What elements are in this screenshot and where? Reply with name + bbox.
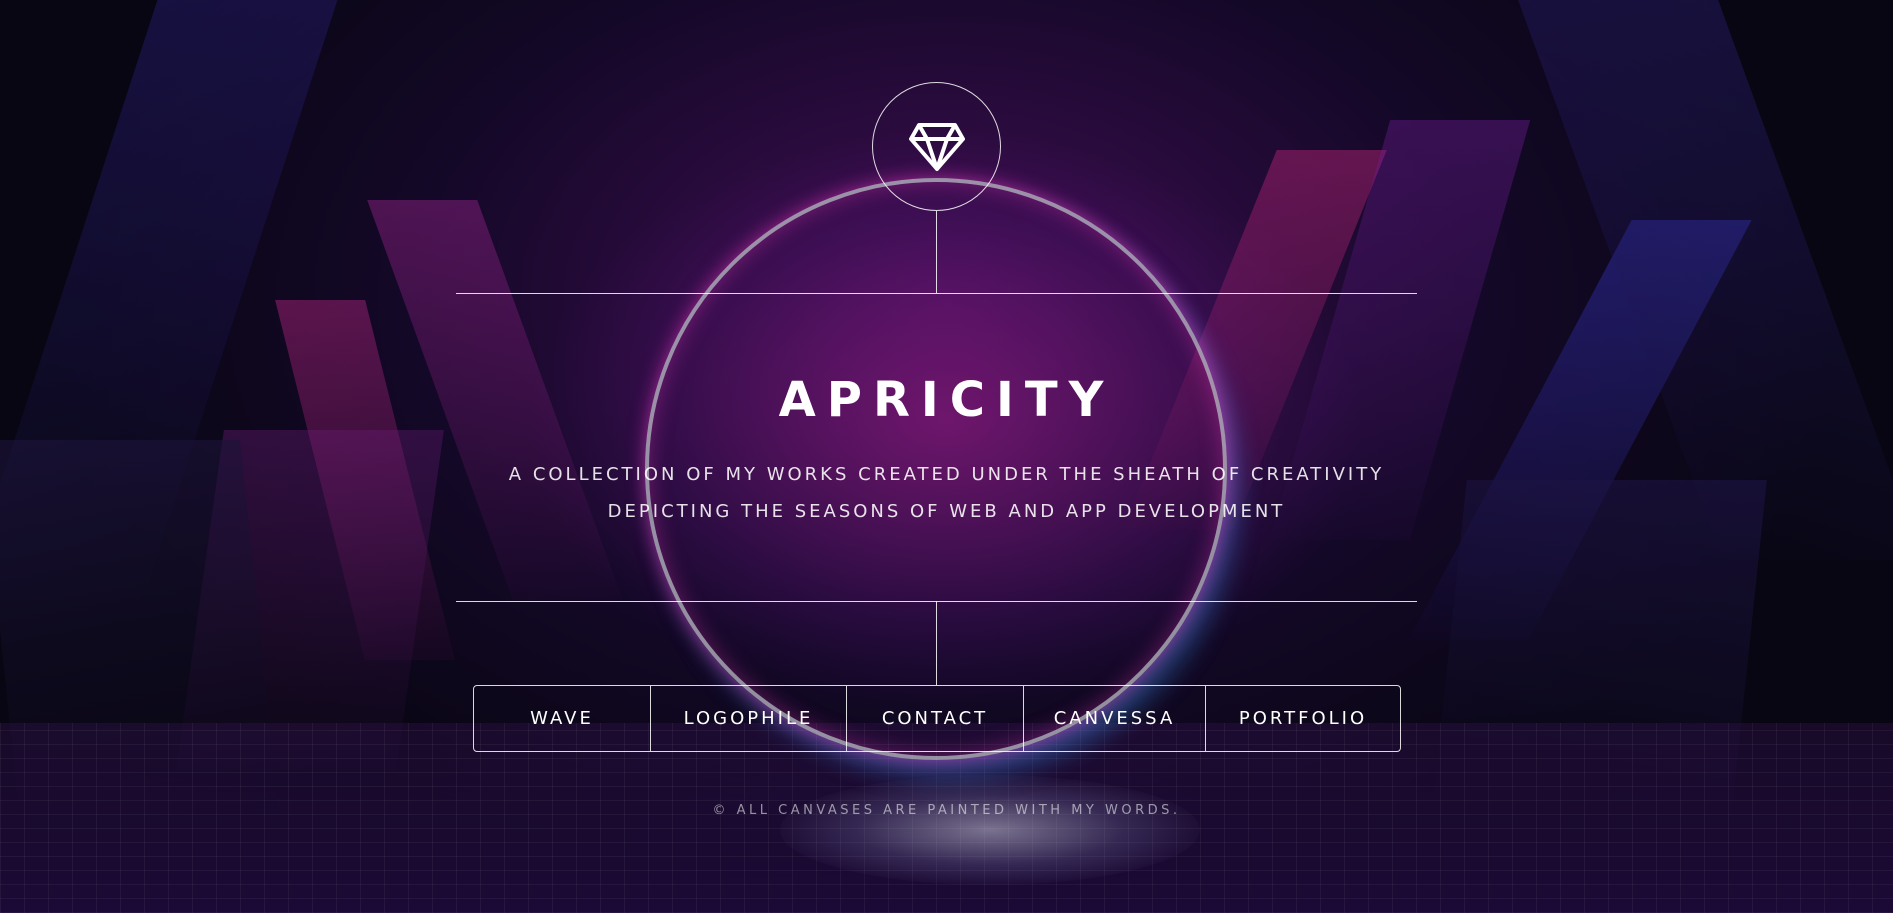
page-title: APRICITY [778, 372, 1115, 428]
nav-item-wave[interactable]: WAVE [474, 686, 651, 751]
nav-item-logophile[interactable]: LOGOPHILE [651, 686, 847, 751]
nav-item-portfolio[interactable]: PORTFOLIO [1206, 686, 1400, 751]
nav-item-canvessa[interactable]: CANVESSA [1024, 686, 1206, 751]
subtitle-line-1: A COLLECTION OF MY WORKS CREATED UNDER T… [508, 464, 1385, 485]
nav-item-contact[interactable]: CONTACT [847, 686, 1024, 751]
subtitle-line-2: DEPICTING THE SEASONS OF WEB AND APP DEV… [607, 501, 1286, 522]
diamond-icon [908, 122, 965, 171]
divider-top [456, 293, 1417, 294]
connector-line-top [936, 211, 937, 293]
floor-reflection [780, 775, 1200, 885]
connector-line-bottom [936, 601, 937, 685]
footer-copyright: © ALL CANVASES ARE PAINTED WITH MY WORDS… [712, 803, 1181, 818]
logo-badge[interactable] [872, 82, 1001, 211]
main-nav: WAVE LOGOPHILE CONTACT CANVESSA PORTFOLI… [473, 685, 1401, 752]
